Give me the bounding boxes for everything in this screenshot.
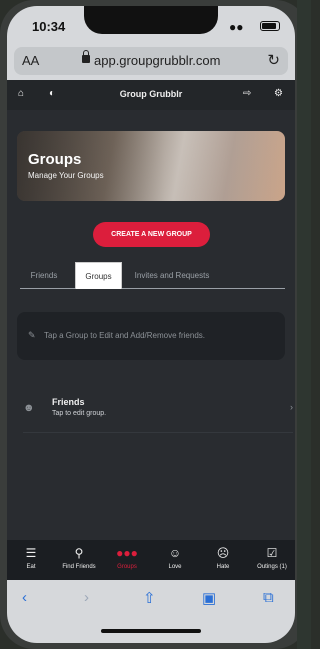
utensils-icon: ☰ xyxy=(25,546,37,560)
app-header: ⌂ ◐ Group Grubblr ⇨ ⚙ xyxy=(7,80,295,110)
status-bar: 10:34 ●● xyxy=(7,6,295,44)
group-subtitle: Tap to edit group. xyxy=(52,410,107,417)
lock-icon xyxy=(82,50,90,63)
browser-toolbar: ‹ › ⇧ ▣ ⧉ xyxy=(7,580,295,643)
edit-icon: ✎ xyxy=(28,330,36,340)
address-bar[interactable]: AA app.groupgrubblr.com ↻ xyxy=(14,47,288,75)
bottom-nav: ☰ Eat ⚲ Find Friends ●●● Groups ☺ Love ☹… xyxy=(7,540,295,580)
frown-icon: ☹ xyxy=(216,546,230,560)
users-icon: ●●● xyxy=(116,546,138,560)
page-title: Groups xyxy=(28,151,82,168)
wifi-icon: ●● xyxy=(229,20,244,34)
app-title: Group Grubblr xyxy=(119,89,183,99)
tab-invites-requests[interactable]: Invites and Requests xyxy=(127,262,217,289)
reader-aa-button[interactable]: AA xyxy=(22,53,39,68)
info-hint: ✎ Tap a Group to Edit and Add/Remove fri… xyxy=(17,312,285,360)
hero-banner: Groups Manage Your Groups xyxy=(17,131,285,201)
tabs-icon[interactable]: ⧉ xyxy=(263,589,274,606)
group-name: Friends xyxy=(52,397,85,407)
tab-groups[interactable]: Groups xyxy=(75,262,122,289)
bookmarks-icon[interactable]: ▣ xyxy=(202,589,216,607)
logout-icon[interactable]: ⇨ xyxy=(243,88,251,99)
tab-bar: Friends Groups Invites and Requests xyxy=(20,262,285,289)
nav-label: Eat xyxy=(26,564,36,570)
nav-groups[interactable]: ●●● Groups xyxy=(108,540,146,580)
users-icon: ☻ xyxy=(23,402,35,414)
phone-screen: 10:34 ●● AA app.groupgrubblr.com ↻ ⌂ ◐ G… xyxy=(7,6,295,643)
create-group-button[interactable]: CREATE A NEW GROUP xyxy=(93,222,210,247)
main-content: Groups Manage Your Groups CREATE A NEW G… xyxy=(7,110,295,540)
status-time: 10:34 xyxy=(32,19,66,34)
notch xyxy=(84,6,218,34)
search-icon: ⚲ xyxy=(74,546,84,560)
nav-label: Hate xyxy=(216,564,230,570)
gear-icon[interactable]: ⚙ xyxy=(274,88,283,99)
device-edge xyxy=(297,0,311,649)
nav-eat[interactable]: ☰ Eat xyxy=(15,540,47,580)
nav-label: Love xyxy=(168,564,182,570)
reload-icon[interactable]: ↻ xyxy=(267,51,280,69)
url-text[interactable]: app.groupgrubblr.com xyxy=(94,53,220,68)
share-icon[interactable]: ⇧ xyxy=(143,589,156,607)
nav-outings[interactable]: ☑ Outings (1) xyxy=(251,540,293,580)
nav-find-friends[interactable]: ⚲ Find Friends xyxy=(57,540,101,580)
browser-address-area: AA app.groupgrubblr.com ↻ xyxy=(7,44,295,80)
home-indicator xyxy=(101,629,201,633)
calendar-check-icon: ☑ xyxy=(266,546,278,560)
nav-label: Groups xyxy=(117,564,137,570)
nav-label: Outings (1) xyxy=(257,564,287,570)
nav-love[interactable]: ☺ Love xyxy=(159,540,191,580)
battery-icon xyxy=(260,21,280,31)
page-subtitle: Manage Your Groups xyxy=(28,171,104,180)
hint-text: Tap a Group to Edit and Add/Remove frien… xyxy=(44,331,205,340)
nav-hate[interactable]: ☹ Hate xyxy=(207,540,239,580)
chevron-right-icon: › xyxy=(290,402,293,412)
smile-icon: ☺ xyxy=(168,546,182,560)
tab-friends[interactable]: Friends xyxy=(20,262,68,289)
nav-label: Find Friends xyxy=(62,564,96,570)
back-icon[interactable]: ‹ xyxy=(22,589,27,606)
forward-icon[interactable]: › xyxy=(84,589,89,606)
list-item[interactable]: ☻ Friends Tap to edit group. › xyxy=(23,385,293,433)
